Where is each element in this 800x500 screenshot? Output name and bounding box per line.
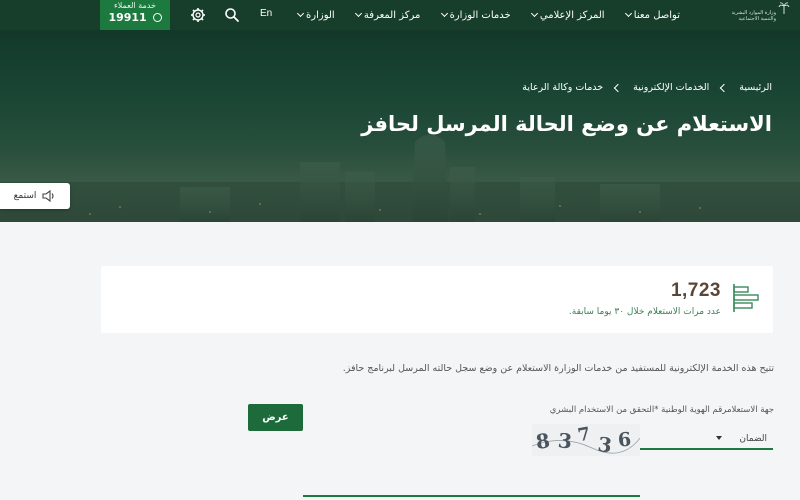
dropdown-arrow-icon xyxy=(716,436,722,440)
stats-card: 1,723 عدد مرات الاستعلام خلال ٣٠ يوما سا… xyxy=(101,266,773,333)
service-description: تتيح هذه الخدمة الإلكترونية للمستفيد من … xyxy=(342,363,774,374)
query-entity-select[interactable]: الضمان xyxy=(640,428,773,450)
query-count-description: عدد مرات الاستعلام خلال ٣٠ يوما سابقة. xyxy=(568,307,721,317)
submit-button[interactable]: عرض xyxy=(248,404,303,431)
city-skyline-image xyxy=(0,134,800,222)
form-label: جهة الاستعلامرقم الهوية الوطنية *التحقق … xyxy=(549,405,774,415)
listen-button[interactable]: استمع xyxy=(0,183,70,209)
nav-item-label: المركز الإعلامي xyxy=(539,9,605,21)
search-icon[interactable] xyxy=(224,7,240,23)
speaker-icon xyxy=(42,190,54,202)
captcha-image: 8 3 7 3 6 xyxy=(532,424,640,456)
breadcrumb-eservices[interactable]: الخدمات الإلكترونية xyxy=(633,82,709,93)
nav-item-label: تواصل معنا xyxy=(633,9,680,21)
breadcrumb-current[interactable]: خدمات وكالة الرعاية xyxy=(522,82,603,93)
palm-logo-icon xyxy=(778,2,790,14)
query-count: 1,723 xyxy=(670,280,721,301)
phone-icon xyxy=(152,13,162,22)
select-value: الضمان xyxy=(739,434,767,444)
hero-banner: الرئيسية الخدمات الإلكترونية خدمات وكالة… xyxy=(0,30,800,222)
gear-icon[interactable] xyxy=(190,7,206,23)
breadcrumb: الرئيسية الخدمات الإلكترونية خدمات وكالة… xyxy=(522,82,772,93)
ministry-logo[interactable]: وزارة الموارد البشرية والتنمية الاجتماعي… xyxy=(716,2,790,28)
main-menu: الوزارة مركز المعرفة خدمات الوزارة المرك… xyxy=(296,0,680,30)
chevron-down-icon xyxy=(624,9,632,18)
bar-chart-icon xyxy=(733,284,759,312)
nav-item-label: مركز المعرفة xyxy=(363,9,421,21)
captcha-digit: 6 xyxy=(617,429,632,452)
captcha-input[interactable] xyxy=(303,494,640,497)
nav-item-ministry-services[interactable]: خدمات الوزارة xyxy=(440,9,511,21)
nav-item-label: خدمات الوزارة xyxy=(449,9,511,21)
chevron-left-icon xyxy=(720,83,729,92)
hotline-number-wrap: 19911 xyxy=(100,11,170,25)
listen-label: استمع xyxy=(13,191,37,201)
breadcrumb-home[interactable]: الرئيسية xyxy=(739,82,772,93)
language-toggle[interactable]: En xyxy=(260,8,272,19)
nav-item-label: الوزارة xyxy=(306,9,335,21)
nav-item-knowledge-center[interactable]: مركز المعرفة xyxy=(354,9,421,21)
chevron-down-icon xyxy=(354,9,362,18)
hotline-label: خدمة العملاء xyxy=(114,1,156,10)
logo-text: وزارة الموارد البشرية والتنمية الاجتماعي… xyxy=(731,10,776,22)
nav-item-contact-us[interactable]: تواصل معنا xyxy=(624,9,680,21)
hotline-number: 19911 xyxy=(108,11,147,24)
page-title: الاستعلام عن وضع الحالة المرسل لحافز xyxy=(361,112,772,136)
captcha-digit: 3 xyxy=(557,428,573,453)
chevron-left-icon xyxy=(613,83,623,92)
nav-item-media-center[interactable]: المركز الإعلامي xyxy=(530,9,605,21)
nav-item-ministry[interactable]: الوزارة xyxy=(296,9,335,21)
chevron-down-icon xyxy=(530,9,538,18)
chevron-down-icon xyxy=(440,9,448,18)
hotline-button[interactable]: خدمة العملاء 19911 xyxy=(100,0,170,30)
top-navigation: خدمة العملاء 19911 En الوزارة مركز المعر… xyxy=(0,0,800,30)
chevron-down-icon xyxy=(296,9,305,18)
